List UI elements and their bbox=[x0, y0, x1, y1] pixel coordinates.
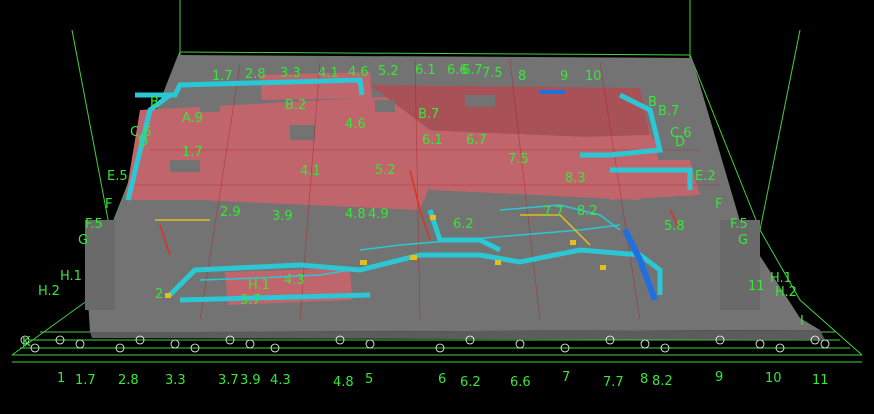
zone-grid-label: 4.3 bbox=[284, 273, 305, 288]
bottom-grid-label: 8 bbox=[640, 372, 648, 387]
bottom-grid-label: 7.7 bbox=[603, 375, 624, 390]
right-grid-label: I bbox=[800, 314, 804, 329]
right-grid-label: D bbox=[675, 135, 685, 150]
zone-grid-label: 3.9 bbox=[272, 209, 293, 224]
zone-grid-label: 4.1 bbox=[300, 164, 321, 179]
top-grid-label: 2.8 bbox=[245, 67, 266, 82]
left-grid-label: A.9 bbox=[182, 111, 203, 126]
zone-grid-label: 8.3 bbox=[565, 171, 586, 186]
top-grid-label: 10 bbox=[585, 69, 602, 84]
top-grid-label: 4.6 bbox=[348, 65, 369, 80]
zone-grid-label: H.1 bbox=[248, 278, 270, 293]
bottom-grid-label: 8.2 bbox=[652, 374, 673, 389]
bottom-grid-label: 6 bbox=[438, 372, 446, 387]
zone-grid-label: B.7 bbox=[418, 107, 439, 122]
left-grid-label: K bbox=[22, 335, 31, 350]
right-grid-label: H.1 bbox=[770, 271, 792, 286]
right-grid-label: F bbox=[715, 197, 722, 212]
zone-grid-label: 5.2 bbox=[375, 163, 396, 178]
right-grid-label: B.7 bbox=[658, 104, 679, 119]
3d-model-viewport[interactable]: 1.7 2.8 3.3 4.1 4.6 5.2 6.1 6.6 6.7 7.5 8 9 10 1 1.7 2… bbox=[0, 0, 874, 410]
bottom-grid-label: 7 bbox=[562, 370, 570, 385]
bottom-grid-label: 3.7 bbox=[218, 373, 239, 388]
zone-grid-label: 1.7 bbox=[182, 145, 203, 160]
bottom-grid-label: 6.2 bbox=[460, 375, 481, 390]
left-grid-label: D bbox=[138, 135, 148, 150]
bottom-grid-label: 4.3 bbox=[270, 373, 291, 388]
top-grid-label: 8 bbox=[518, 69, 526, 84]
bottom-grid-label: 9 bbox=[715, 370, 723, 385]
right-grid-label: H.2 bbox=[775, 285, 797, 300]
bottom-grid-label: 1.7 bbox=[75, 373, 96, 388]
top-grid-label: 6.1 bbox=[415, 63, 436, 78]
right-grid-label: G bbox=[738, 233, 748, 248]
top-grid-label: 4.1 bbox=[318, 66, 339, 81]
building-model-render[interactable]: 1.7 2.8 3.3 4.1 4.6 5.2 6.1 6.66.7 7.5 8 9 10 1 1.7 2… bbox=[0, 0, 874, 410]
left-grid-label: H.1 bbox=[60, 269, 82, 284]
right-grid-label: B bbox=[648, 95, 657, 110]
top-grid-label: 1.7 bbox=[212, 69, 233, 84]
zone-grid-label: B.2 bbox=[285, 98, 306, 113]
zone-grid-label: 4.8 bbox=[345, 207, 366, 222]
left-grid-label: E.5 bbox=[107, 169, 128, 184]
zone-grid-label: 4.9 bbox=[368, 207, 389, 222]
bottom-grid-label: 4.8 bbox=[333, 375, 354, 390]
right-grid-label: F.5 bbox=[730, 217, 748, 232]
right-grid-label: E.2 bbox=[695, 169, 716, 184]
top-grid-label: 9 bbox=[560, 69, 568, 84]
zone-grid-label: 7.7 bbox=[543, 205, 564, 220]
zone-grid-label: 4.6 bbox=[345, 117, 366, 132]
left-grid-label: G bbox=[78, 233, 88, 248]
bottom-grid-label: 1 bbox=[57, 371, 65, 386]
zone-grid-label: 3.7 bbox=[240, 293, 261, 308]
top-grid-label: 5.2 bbox=[378, 64, 399, 79]
bottom-grid-label: 5 bbox=[365, 372, 373, 387]
zone-grid-label: 6.1 bbox=[422, 133, 443, 148]
top-grid-label: 6.7 bbox=[462, 63, 483, 78]
zone-grid-label: 2 bbox=[155, 287, 163, 302]
left-grid-label: F.5 bbox=[85, 217, 103, 232]
bottom-grid-label: 2.8 bbox=[118, 373, 139, 388]
left-grid-label: B bbox=[150, 95, 159, 110]
left-grid-label: F bbox=[105, 197, 112, 212]
bottom-grid-label: 6.6 bbox=[510, 375, 531, 390]
bottom-grid-label: 10 bbox=[765, 371, 782, 386]
bottom-grid-label: 3.9 bbox=[240, 373, 261, 388]
bottom-grid-label: 11 bbox=[812, 373, 829, 388]
left-grid-label: H.2 bbox=[38, 284, 60, 299]
zone-grid-label: 7.5 bbox=[508, 152, 529, 167]
zone-grid-label: 11 bbox=[748, 279, 765, 294]
zone-grid-label: 6.2 bbox=[453, 217, 474, 232]
zone-grid-label: 6.7 bbox=[466, 133, 487, 148]
bottom-grid-label: 3.3 bbox=[165, 373, 186, 388]
top-grid-label: 7.5 bbox=[482, 66, 503, 81]
zone-grid-label: 2.9 bbox=[220, 205, 241, 220]
zone-grid-label: 5.8 bbox=[664, 219, 685, 234]
zone-grid-label: 8.2 bbox=[577, 204, 598, 219]
top-grid-label: 3.3 bbox=[280, 66, 301, 81]
